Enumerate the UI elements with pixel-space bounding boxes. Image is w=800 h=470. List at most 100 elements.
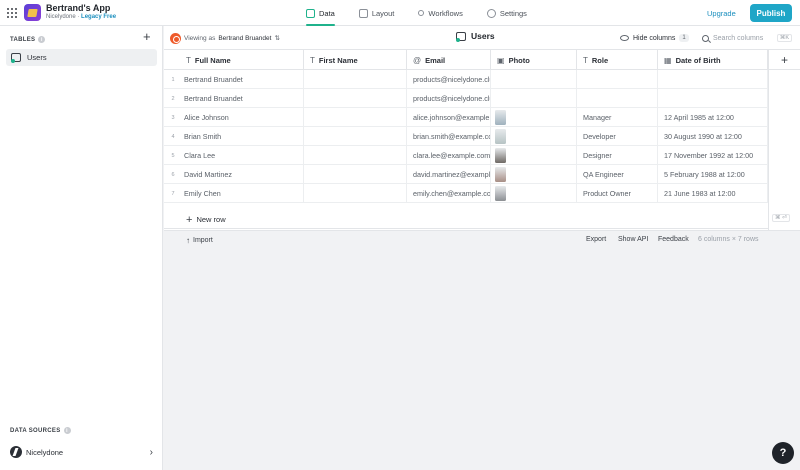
tab-label: Workflows xyxy=(428,8,463,18)
user-photo-thumbnail[interactable] xyxy=(495,167,506,182)
publish-button[interactable]: Publish xyxy=(750,4,792,22)
table-row[interactable]: 7 Emily Chen emily.chen@example.com Product… xyxy=(164,184,768,203)
cell-role[interactable] xyxy=(577,89,658,108)
column-header-full-name[interactable]: T Full Name xyxy=(164,50,304,70)
cell-full-name[interactable]: Clara Lee xyxy=(164,146,304,165)
cell-role[interactable]: Developer xyxy=(577,127,658,146)
cell-dob[interactable]: 5 February 1988 at 12:00 xyxy=(658,165,768,184)
column-header-date-of-birth[interactable]: ▦ Date of Birth xyxy=(658,50,768,70)
import-button[interactable]: ↑ Import xyxy=(186,236,213,245)
cell-full-name[interactable]: Bertrand Bruandet xyxy=(164,70,304,89)
show-api-link[interactable]: Show API xyxy=(618,236,648,243)
cell-role[interactable]: Manager xyxy=(577,108,658,127)
cell-text: Developer xyxy=(583,132,616,141)
cell-photo[interactable] xyxy=(491,146,577,165)
tab-data[interactable]: Data xyxy=(294,0,347,26)
user-photo-thumbnail[interactable] xyxy=(495,186,506,201)
cell-full-name[interactable]: David Martinez xyxy=(164,165,304,184)
cell-dob[interactable] xyxy=(658,70,768,89)
cell-full-name[interactable]: Bertrand Bruandet xyxy=(164,89,304,108)
add-column-button[interactable]: + xyxy=(768,50,800,70)
table-row[interactable]: 1 Bertrand Bruandet products@nicelydone.cl… xyxy=(164,70,768,89)
calendar-icon: ▦ xyxy=(664,55,672,65)
cell-email[interactable]: emily.chen@example.com xyxy=(407,184,491,203)
cell-photo[interactable] xyxy=(491,70,577,89)
column-header-email[interactable]: @ Email xyxy=(407,50,491,70)
data-grid: T Full Name T First Name @ Email ▣ Photo… xyxy=(164,50,768,230)
app-name[interactable]: Bertrand's App xyxy=(46,3,110,13)
cell-email[interactable]: clara.lee@example.com xyxy=(407,146,491,165)
table-row[interactable]: 2 Bertrand Bruandet products@nicelydone.cl… xyxy=(164,89,768,108)
cell-photo[interactable] xyxy=(491,184,577,203)
table-row[interactable]: 4 Brian Smith brian.smith@example.com Devel… xyxy=(164,127,768,146)
cell-first-name[interactable] xyxy=(304,70,407,89)
cell-email[interactable]: brian.smith@example.com xyxy=(407,127,491,146)
column-label: Date of Birth xyxy=(675,55,721,65)
viewing-as-selector[interactable]: Viewing as Bertrand Bruandet ⇅ xyxy=(170,31,280,45)
info-icon[interactable]: i xyxy=(63,427,71,434)
cell-full-name[interactable]: Emily Chen xyxy=(164,184,304,203)
column-header-photo[interactable]: ▣ Photo xyxy=(491,50,577,70)
cell-photo[interactable] xyxy=(491,89,577,108)
cell-dob[interactable] xyxy=(658,89,768,108)
tab-settings[interactable]: Settings xyxy=(475,0,539,26)
table-row[interactable]: 6David Martinezdavid.martinez@example.co… xyxy=(164,165,768,184)
table-title-label: Users xyxy=(471,31,495,41)
cell-first-name[interactable] xyxy=(304,146,407,165)
apps-grid-icon[interactable] xyxy=(7,8,17,18)
cell-full-name[interactable]: Alice Johnson xyxy=(164,108,304,127)
sidebar-item-users[interactable]: Users xyxy=(6,49,157,66)
data-source-nicelydone[interactable]: Nicelydone › xyxy=(10,445,153,459)
cell-dob[interactable]: 12 April 1985 at 12:00 xyxy=(658,108,768,127)
upgrade-button[interactable]: Upgrade xyxy=(703,6,740,20)
export-link[interactable]: Export xyxy=(586,236,606,243)
cell-text: brian.smith@example.com xyxy=(413,132,491,141)
app-logo[interactable] xyxy=(24,4,41,21)
new-row-label: New row xyxy=(196,215,226,224)
tab-layout[interactable]: Layout xyxy=(347,0,407,26)
cell-role[interactable] xyxy=(577,70,658,89)
add-table-button[interactable]: + xyxy=(143,29,151,44)
hide-columns-button[interactable]: Hide columns 1 xyxy=(620,31,689,45)
cell-email[interactable]: products@nicelydone.club xyxy=(407,70,491,89)
feedback-link[interactable]: Feedback xyxy=(658,236,689,243)
cell-photo[interactable] xyxy=(491,165,577,184)
cell-email[interactable]: alice.johnson@example.com xyxy=(407,108,491,127)
cell-text: clara.lee@example.com xyxy=(413,151,491,160)
column-header-first-name[interactable]: T First Name xyxy=(304,50,407,70)
cell-first-name[interactable] xyxy=(304,165,407,184)
cell-role[interactable]: QA Engineer xyxy=(577,165,658,184)
cell-email[interactable]: david.martinez@example.com xyxy=(407,165,491,184)
cell-full-name[interactable]: Brian Smith xyxy=(164,127,304,146)
cell-first-name[interactable] xyxy=(304,184,407,203)
cell-email[interactable]: products@nicelydone.club xyxy=(407,89,491,108)
info-icon[interactable]: i xyxy=(38,36,46,43)
column-header-role[interactable]: T Role xyxy=(577,50,658,70)
cell-role[interactable]: Product Owner xyxy=(577,184,658,203)
cell-first-name[interactable] xyxy=(304,108,407,127)
user-photo-thumbnail[interactable] xyxy=(495,129,506,144)
table-toolbar: Viewing as Bertrand Bruandet ⇅ Users Hid… xyxy=(164,26,800,50)
text-type-icon: T xyxy=(186,55,191,65)
gear-icon xyxy=(486,8,496,18)
cell-first-name[interactable] xyxy=(304,89,407,108)
table-icon xyxy=(306,8,315,18)
plan-label[interactable]: Legacy Free xyxy=(81,14,116,20)
new-row-button[interactable]: + New row xyxy=(186,212,226,227)
cell-dob[interactable]: 30 August 1990 at 12:00 xyxy=(658,127,768,146)
cell-text: 21 June 1983 at 12:00 xyxy=(664,189,736,198)
cell-photo[interactable] xyxy=(491,108,577,127)
cell-first-name[interactable] xyxy=(304,127,407,146)
help-button[interactable]: ? xyxy=(772,442,794,464)
user-photo-thumbnail[interactable] xyxy=(495,148,506,163)
table-row[interactable]: 3Alice Johnsonalice.johnson@example.comM… xyxy=(164,108,768,127)
cell-dob[interactable]: 21 June 1983 at 12:00 xyxy=(658,184,768,203)
search-columns-input[interactable]: Search columns ⌘K xyxy=(702,31,792,45)
tab-workflows[interactable]: Workflows xyxy=(406,0,474,26)
cell-dob[interactable]: 17 November 1992 at 12:00 xyxy=(658,146,768,165)
cell-role[interactable]: Designer xyxy=(577,146,658,165)
new-row-bar: + New row xyxy=(164,210,768,229)
table-row[interactable]: 5 Clara Lee clara.lee@example.com Designer 1… xyxy=(164,146,768,165)
cell-photo[interactable] xyxy=(491,127,577,146)
user-photo-thumbnail[interactable] xyxy=(495,110,506,125)
